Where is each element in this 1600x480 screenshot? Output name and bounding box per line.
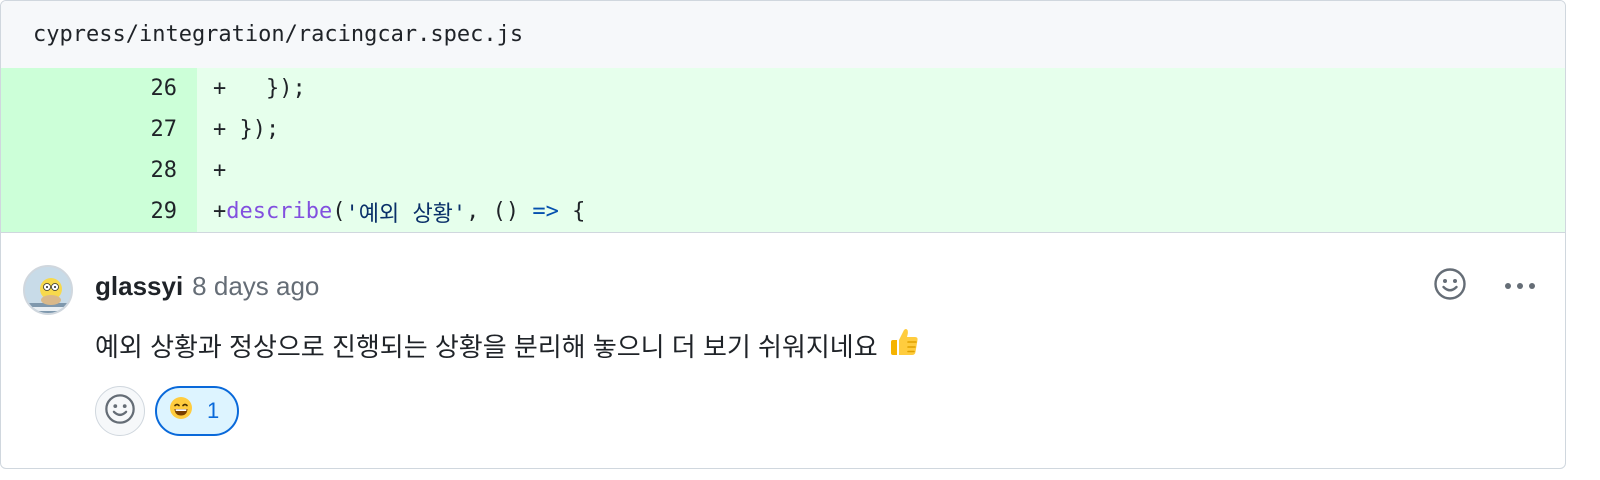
add-reaction-button[interactable] <box>95 386 145 436</box>
line-number[interactable]: 29 <box>1 191 197 232</box>
reaction-button-grinning[interactable]: 1 <box>155 386 240 436</box>
comment-body: 예외 상황과 정상으로 진행되는 상황을 분리해 놓으니 더 보기 쉬워지네요 <box>95 326 920 365</box>
reaction-count: 1 <box>207 398 220 423</box>
grinning-face-emoji <box>169 396 193 426</box>
diff-hunk: 26 + }); 27 + }); 28 + 29 + describe('예외… <box>1 68 1565 233</box>
comment-text: 예외 상황과 정상으로 진행되는 상황을 분리해 놓으니 더 보기 쉬워지네요 <box>95 332 878 362</box>
line-number[interactable]: 27 <box>1 109 197 150</box>
avatar[interactable] <box>23 265 73 315</box>
review-thread: cypress/integration/racingcar.spec.js 26… <box>0 0 1566 469</box>
comment-actions <box>1433 267 1537 306</box>
author-name[interactable]: glassyi <box>95 271 183 302</box>
line-number[interactable]: 28 <box>1 150 197 191</box>
diff-line: 28 + <box>1 150 1565 191</box>
timestamp[interactable]: 8 days ago <box>192 271 319 302</box>
line-number[interactable]: 26 <box>1 68 197 109</box>
review-comment: glassyi 8 days ago 예외 상황과 정상으로 진행되는 상황을 … <box>1 233 1565 467</box>
diff-line: 27 + }); <box>1 109 1565 150</box>
comment-header: glassyi 8 days ago <box>95 271 319 302</box>
diff-line: 29 + describe('예외 상황', () => { <box>1 191 1565 232</box>
code-line: + describe('예외 상황', () => { <box>197 191 1565 232</box>
file-path[interactable]: cypress/integration/racingcar.spec.js <box>33 22 523 47</box>
diff-line: 26 + }); <box>1 68 1565 109</box>
smiley-icon <box>104 393 136 430</box>
code-line: + }); <box>197 68 1565 109</box>
thumbs-up-emoji <box>888 326 920 365</box>
smiley-icon[interactable] <box>1433 267 1467 306</box>
code-line: + <box>197 150 1565 191</box>
reactions-bar: 1 <box>95 386 240 436</box>
file-header: cypress/integration/racingcar.spec.js <box>1 1 1565 68</box>
kebab-horizontal-icon[interactable] <box>1503 278 1537 296</box>
code-line: + }); <box>197 109 1565 150</box>
